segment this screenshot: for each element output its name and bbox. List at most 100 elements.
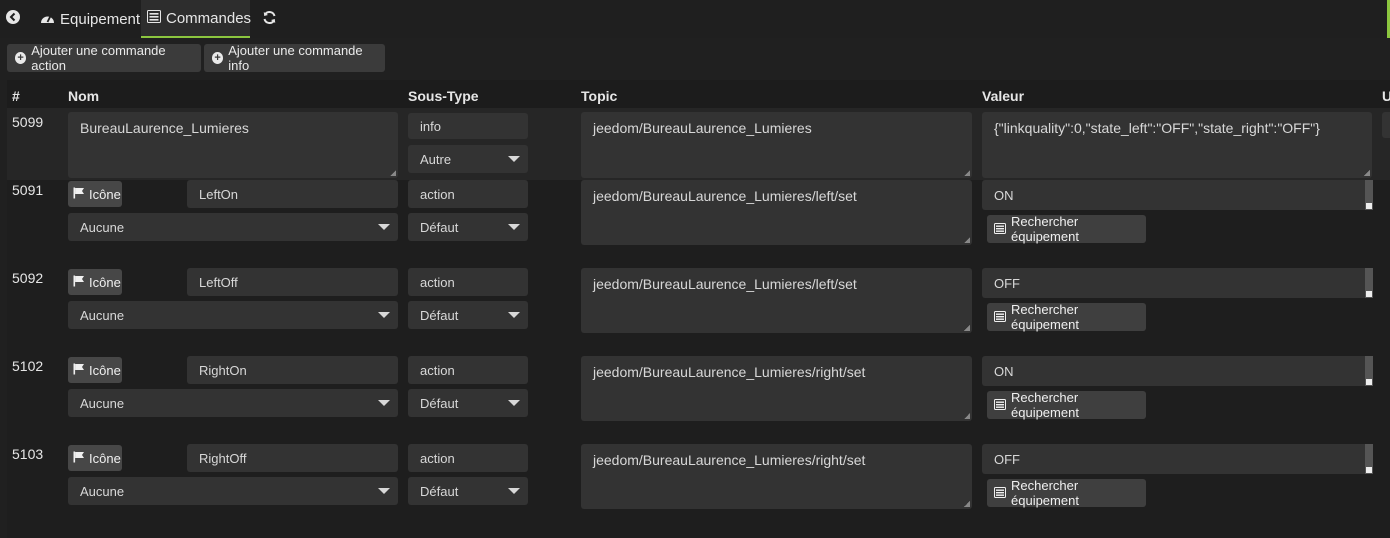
list-icon bbox=[994, 486, 1006, 501]
flag-icon bbox=[73, 451, 85, 466]
generic-type-select[interactable]: Aucune bbox=[68, 389, 398, 417]
list-icon bbox=[994, 310, 1006, 325]
tab-commandes[interactable]: Commandes bbox=[141, 0, 252, 38]
flag-icon bbox=[73, 363, 85, 378]
search-equipment-button[interactable]: Rechercher équipement bbox=[987, 478, 1146, 508]
topic-field[interactable]: jeedom/BureauLaurence_Lumieres/left/set bbox=[581, 268, 972, 333]
flag-icon bbox=[73, 187, 85, 202]
chevron-down-icon bbox=[508, 156, 520, 162]
type-field[interactable]: action bbox=[408, 180, 528, 208]
select-value: Aucune bbox=[80, 395, 125, 411]
header-value: Valeur bbox=[982, 88, 1025, 104]
name-field[interactable]: RightOff bbox=[187, 444, 398, 472]
button-label: Rechercher équipement bbox=[1011, 390, 1079, 420]
select-value: Aucune bbox=[80, 483, 125, 499]
icon-chooser-button[interactable]: Icône bbox=[68, 357, 122, 383]
icon-chooser-button[interactable]: Icône bbox=[68, 269, 122, 295]
textarea-scrollbar[interactable] bbox=[1365, 444, 1373, 474]
value-field[interactable]: {"linkquality":0,"state_left":"OFF","sta… bbox=[982, 112, 1372, 178]
button-label: Icône bbox=[89, 274, 121, 290]
refresh-icon bbox=[262, 10, 277, 29]
select-value: Défaut bbox=[420, 219, 459, 235]
chevron-down-icon bbox=[378, 312, 390, 318]
textarea-scrollbar[interactable] bbox=[1365, 356, 1373, 386]
tab-label: Equipement bbox=[60, 10, 141, 28]
subtype-select[interactable]: Défaut bbox=[408, 301, 528, 329]
generic-type-select[interactable]: Aucune bbox=[68, 477, 398, 505]
row-id: 5103 bbox=[12, 446, 44, 462]
refresh-button[interactable] bbox=[256, 0, 286, 38]
chevron-down-icon bbox=[378, 400, 390, 406]
chevron-down-icon bbox=[508, 224, 520, 230]
back-button[interactable] bbox=[0, 0, 30, 38]
select-value: Défaut bbox=[420, 483, 459, 499]
row-id: 5092 bbox=[12, 270, 44, 286]
select-value: Aucune bbox=[80, 307, 125, 323]
button-label: Ajouter une commande info bbox=[228, 43, 363, 73]
name-field[interactable]: RightOn bbox=[187, 356, 398, 384]
topic-field[interactable]: jeedom/BureauLaurence_Lumieres/right/set bbox=[581, 356, 972, 421]
clipped-field bbox=[1382, 112, 1390, 138]
list-icon bbox=[147, 9, 161, 27]
value-field[interactable]: ON bbox=[982, 356, 1372, 386]
type-field[interactable]: action bbox=[408, 268, 528, 296]
search-equipment-button[interactable]: Rechercher équipement bbox=[987, 302, 1146, 332]
search-equipment-button[interactable]: Rechercher équipement bbox=[987, 214, 1146, 244]
list-icon bbox=[994, 398, 1006, 413]
subtype-select[interactable]: Défaut bbox=[408, 477, 528, 505]
select-value: Aucune bbox=[80, 219, 125, 235]
type-field[interactable]: action bbox=[408, 356, 528, 384]
topic-field[interactable]: jeedom/BureauLaurence_Lumieres/left/set bbox=[581, 180, 972, 245]
subtype-select[interactable]: Défaut bbox=[408, 213, 528, 241]
value-field[interactable]: ON bbox=[982, 180, 1372, 210]
header-id: # bbox=[12, 88, 20, 104]
type-field[interactable]: action bbox=[408, 444, 528, 472]
topic-field[interactable]: jeedom/BureauLaurence_Lumieres/right/set bbox=[581, 444, 972, 509]
topic-field[interactable]: jeedom/BureauLaurence_Lumieres bbox=[581, 112, 972, 178]
top-nav: Equipement Commandes bbox=[0, 0, 1390, 38]
textarea-scrollbar[interactable] bbox=[1365, 268, 1373, 298]
list-icon bbox=[994, 222, 1006, 237]
value-field[interactable]: OFF bbox=[982, 444, 1372, 474]
plus-circle-icon: + bbox=[15, 52, 27, 64]
header-topic: Topic bbox=[581, 88, 618, 104]
tachometer-icon bbox=[40, 11, 55, 28]
tab-equipement[interactable]: Equipement bbox=[34, 0, 140, 38]
row-id: 5099 bbox=[12, 114, 44, 130]
textarea-scrollbar[interactable] bbox=[1365, 180, 1373, 210]
button-label: Icône bbox=[89, 186, 121, 202]
search-equipment-button[interactable]: Rechercher équipement bbox=[987, 390, 1146, 420]
chevron-down-icon bbox=[508, 488, 520, 494]
header-extra: U bbox=[1382, 88, 1390, 104]
select-value: Défaut bbox=[420, 395, 459, 411]
name-field[interactable]: BureauLaurence_Lumieres bbox=[68, 112, 398, 178]
icon-chooser-button[interactable]: Icône bbox=[68, 445, 122, 471]
plus-circle-icon: + bbox=[212, 52, 224, 64]
button-label: Ajouter une commande action bbox=[31, 43, 166, 73]
row-id: 5091 bbox=[12, 182, 44, 198]
chevron-down-icon bbox=[378, 488, 390, 494]
button-label: Icône bbox=[89, 450, 121, 466]
select-value: Autre bbox=[420, 151, 452, 167]
name-field[interactable]: LeftOff bbox=[187, 268, 398, 296]
tab-label: Commandes bbox=[166, 9, 252, 27]
value-field[interactable]: OFF bbox=[982, 268, 1372, 298]
header-name: Nom bbox=[68, 88, 100, 104]
select-value: Défaut bbox=[420, 307, 459, 323]
generic-type-select[interactable]: Aucune bbox=[68, 213, 398, 241]
name-field[interactable]: LeftOn bbox=[187, 180, 398, 208]
add-info-command-button[interactable]: + Ajouter une commande info bbox=[204, 43, 385, 73]
flag-icon bbox=[73, 275, 85, 290]
add-action-command-button[interactable]: + Ajouter une commande action bbox=[7, 43, 201, 73]
chevron-down-icon bbox=[508, 312, 520, 318]
subtype-select[interactable]: Défaut bbox=[408, 389, 528, 417]
button-label: Rechercher équipement bbox=[1011, 302, 1079, 332]
header-subtype: Sous-Type bbox=[408, 88, 479, 104]
chevron-down-icon bbox=[508, 400, 520, 406]
icon-chooser-button[interactable]: Icône bbox=[68, 181, 122, 207]
arrow-circle-left-icon bbox=[6, 10, 20, 28]
chevron-down-icon bbox=[378, 224, 390, 230]
subtype-select[interactable]: Autre bbox=[408, 145, 528, 173]
type-field[interactable]: info bbox=[408, 113, 528, 139]
generic-type-select[interactable]: Aucune bbox=[68, 301, 398, 329]
